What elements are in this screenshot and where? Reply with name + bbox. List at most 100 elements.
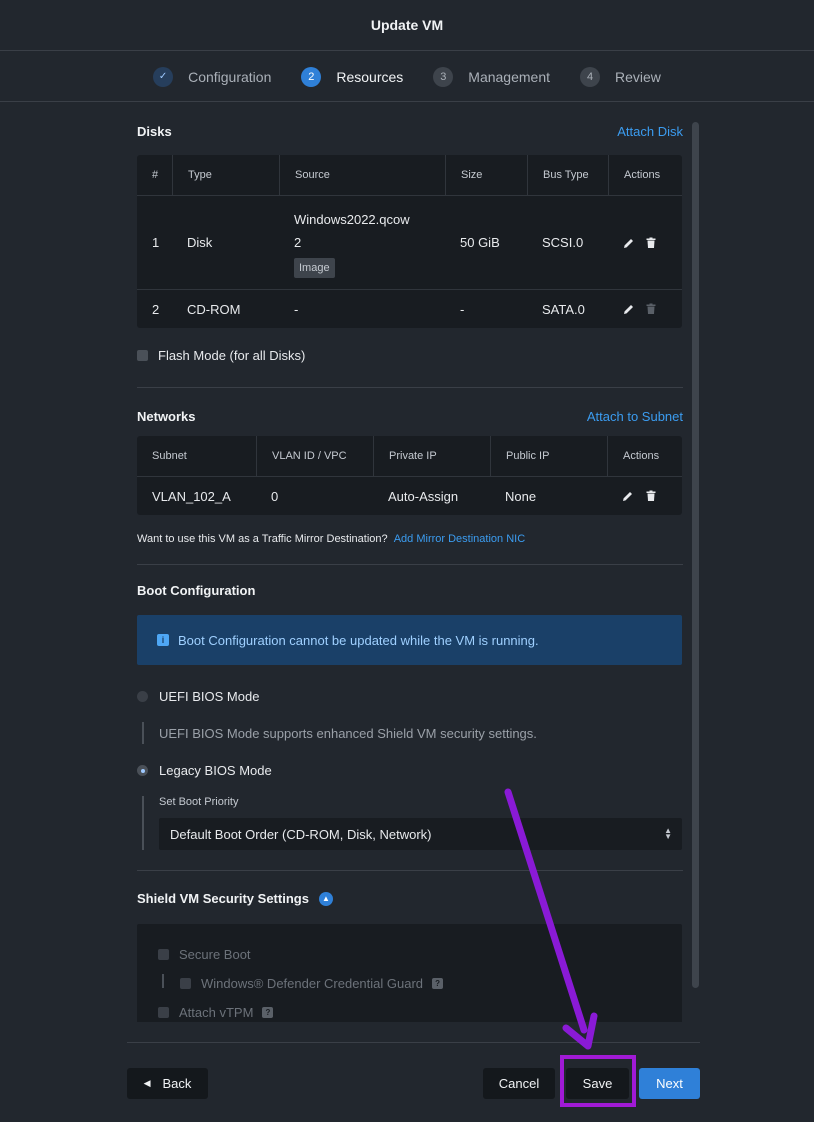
step-label: Management [468,68,550,85]
disk-size: 50 GiB [460,235,500,250]
networks-table: Subnet VLAN ID / VPC Private IP Public I… [137,436,682,515]
boot-config-title: Boot Configuration [137,583,256,598]
mirror-text: Want to use this VM as a Traffic Mirror … [137,533,388,545]
legacy-label: Legacy BIOS Mode [159,763,272,778]
checkbox-box [180,978,191,989]
step-configuration[interactable]: ✓ Configuration [153,66,272,87]
trash-icon[interactable] [645,489,658,503]
edit-icon[interactable] [622,489,635,503]
networks-header: Networks Attach to Subnet [137,409,683,424]
table-header-row: # Type Source Size Bus Type Actions [137,155,682,195]
boot-info-banner: i Boot Configuration cannot be updated w… [137,615,682,665]
column-header: Public IP [490,436,607,476]
boot-priority-select[interactable]: Default Boot Order (CD-ROM, Disk, Networ… [159,818,682,850]
radio-circle[interactable] [137,765,148,776]
disk-type: CD-ROM [187,301,241,317]
column-header: Private IP [373,436,490,476]
legacy-radio[interactable]: Legacy BIOS Mode [137,763,272,778]
disks-table: # Type Source Size Bus Type Actions 1 Di… [137,155,682,328]
back-button[interactable]: ◀ Back [127,1068,208,1099]
table-row: 2 CD-ROM - - SATA.0 [137,289,682,328]
column-header: VLAN ID / VPC [256,436,373,476]
back-label: Back [162,1076,192,1091]
flash-mode-label: Flash Mode (for all Disks) [158,348,306,363]
disks-header: Disks Attach Disk [137,124,683,139]
edit-icon[interactable] [623,236,635,250]
chevron-up-icon[interactable]: ▲ [318,891,333,906]
radio-circle[interactable] [137,691,148,702]
disk-actions [608,196,682,289]
step-number: 2 [301,66,322,87]
boot-priority-label: Set Boot Priority [159,796,239,808]
uefi-radio[interactable]: UEFI BIOS Mode [137,689,259,704]
add-mirror-nic-link[interactable]: Add Mirror Destination NIC [394,533,525,545]
trash-icon[interactable] [645,236,657,250]
step-management[interactable]: 3 Management [433,66,550,87]
step-label: Review [615,68,661,85]
step-label: Resources [336,68,404,85]
table-row: 1 Disk Windows2022.qcow 2 Image 50 GiB S… [137,195,682,289]
public-ip-cell: None [505,488,537,504]
column-header: Bus Type [527,155,608,195]
annotation-highlight-box [560,1055,636,1107]
wizard-stepper: ✓ Configuration 2 Resources 3 Management… [0,52,814,102]
step-label: Configuration [188,68,272,85]
column-header: Actions [607,436,682,476]
info-icon: i [157,634,169,646]
checkbox-box [158,949,169,960]
step-resources[interactable]: 2 Resources [301,66,404,87]
table-row: VLAN_102_A 0 Auto-Assign None [137,476,682,515]
vtpm-checkbox: Attach vTPM ? [158,1005,274,1020]
credential-guard-label: Windows® Defender Credential Guard [201,976,424,991]
section-divider [137,564,683,565]
credential-guard-checkbox: Windows® Defender Credential Guard ? [180,976,444,991]
shield-header: Shield VM Security Settings ▲ [137,891,333,906]
trash-icon [645,302,657,316]
select-arrows-icon: ▲ ▼ [664,826,672,841]
indent-bar [142,722,144,744]
indent-bar [142,796,144,850]
disk-source: - [294,301,299,317]
disk-bus: SCSI.0 [542,235,584,250]
subnet-cell: VLAN_102_A [152,488,231,504]
window-title: Update VM [0,0,814,51]
cancel-button[interactable]: Cancel [483,1068,555,1099]
step-number: 4 [580,66,600,87]
disk-size: - [460,301,465,317]
banner-text: Boot Configuration cannot be updated whi… [178,632,539,648]
image-tag: Image [294,257,335,278]
step-number: 3 [433,66,454,87]
uefi-hint: UEFI BIOS Mode supports enhanced Shield … [159,726,537,741]
vtpm-label: Attach vTPM [179,1005,254,1020]
secure-boot-label: Secure Boot [179,947,251,962]
indent-bar [162,974,164,988]
check-icon: ✓ [153,66,174,87]
attach-subnet-link[interactable]: Attach to Subnet [587,409,683,424]
column-header: # [152,169,159,181]
network-actions [607,477,682,515]
flash-mode-checkbox[interactable]: Flash Mode (for all Disks) [137,348,305,363]
section-divider [137,387,683,388]
help-icon[interactable]: ? [262,1007,274,1018]
disk-actions [608,290,682,328]
secure-boot-checkbox: Secure Boot [158,947,251,962]
mirror-prompt: Want to use this VM as a Traffic Mirror … [137,533,525,545]
boot-priority-value: Default Boot Order (CD-ROM, Disk, Networ… [170,826,432,842]
help-icon[interactable]: ? [432,978,444,989]
shield-settings-box: Secure Boot Windows® Defender Credential… [137,924,682,1022]
column-header: Size [445,155,527,195]
next-button[interactable]: Next [639,1068,700,1099]
checkbox-box[interactable] [137,350,148,361]
uefi-label: UEFI BIOS Mode [159,689,260,704]
attach-disk-link[interactable]: Attach Disk [617,124,683,139]
disk-number: 1 [152,235,160,250]
chevron-left-icon: ◀ [143,1078,151,1088]
step-review[interactable]: 4 Review [580,66,661,87]
column-header: Type [172,155,279,195]
disk-bus: SATA.0 [542,301,585,317]
scrollbar[interactable] [692,122,699,988]
checkbox-box [158,1007,169,1018]
private-ip-cell: Auto-Assign [388,488,459,504]
section-divider [137,870,683,871]
edit-icon[interactable] [623,302,635,316]
